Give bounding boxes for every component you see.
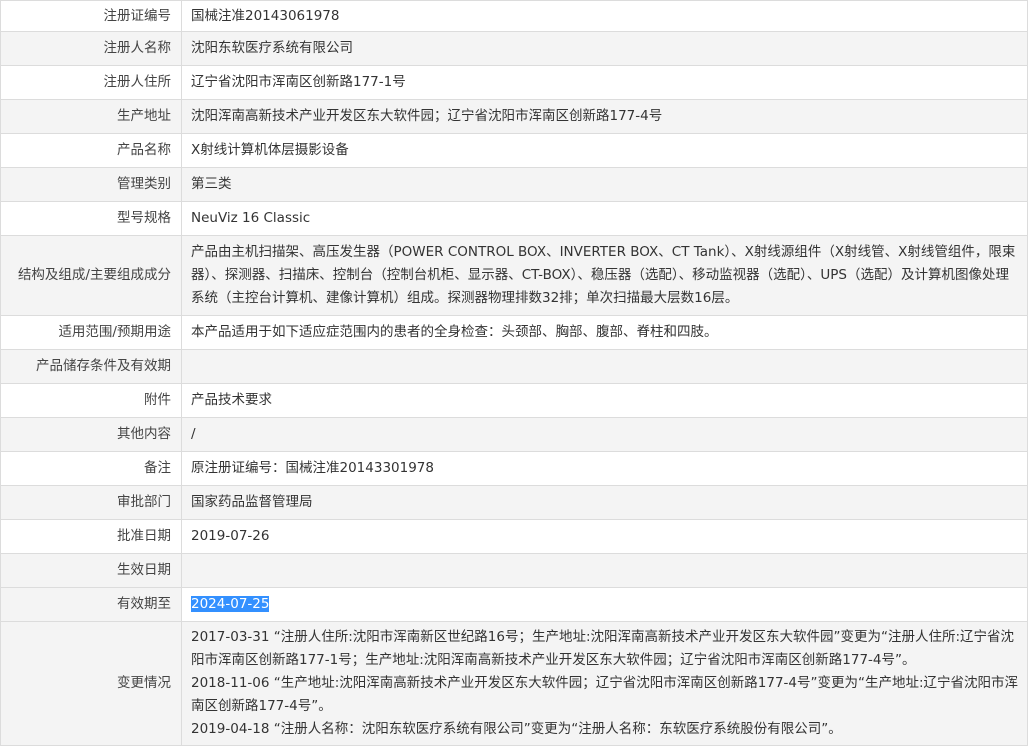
row-label-remarks: 备注 <box>0 451 182 486</box>
row-value-registration-number: 国械注准20143061978 <box>181 0 1028 32</box>
row-value-effective-date <box>181 553 1028 588</box>
table-row: 生效日期 <box>0 553 1028 588</box>
table-row: 适用范围/预期用途 本产品适用于如下适应症范围内的患者的全身检查：头颈部、胸部、… <box>0 315 1028 350</box>
row-value-change-history: 2017-03-31 “注册人住所:沈阳市浑南新区世纪路16号；生产地址:沈阳浑… <box>181 621 1028 746</box>
row-label-product-name: 产品名称 <box>0 133 182 168</box>
row-value-other-content: / <box>181 417 1028 452</box>
table-row: 其他内容 / <box>0 417 1028 452</box>
table-row: 产品储存条件及有效期 <box>0 349 1028 384</box>
table-row: 附件 产品技术要求 <box>0 383 1028 418</box>
row-label-structure: 结构及组成/主要组成成分 <box>0 235 182 316</box>
table-row: 产品名称 X射线计算机体层摄影设备 <box>0 133 1028 168</box>
row-value-intended-use: 本产品适用于如下适应症范围内的患者的全身检查：头颈部、胸部、腹部、脊柱和四肢。 <box>181 315 1028 350</box>
row-value-approval-department: 国家药品监督管理局 <box>181 485 1028 520</box>
table-row: 型号规格 NeuViz 16 Classic <box>0 201 1028 236</box>
row-label-intended-use: 适用范围/预期用途 <box>0 315 182 350</box>
row-label-storage-conditions: 产品储存条件及有效期 <box>0 349 182 384</box>
row-label-approval-date: 批准日期 <box>0 519 182 554</box>
row-value-valid-until[interactable]: 2024-07-25 <box>181 587 1028 622</box>
table-row: 注册证编号 国械注准20143061978 <box>0 0 1028 32</box>
row-label-approval-department: 审批部门 <box>0 485 182 520</box>
row-value-model-spec: NeuViz 16 Classic <box>181 201 1028 236</box>
row-label-registrant-name: 注册人名称 <box>0 31 182 66</box>
row-value-registrant-address: 辽宁省沈阳市浑南区创新路177-1号 <box>181 65 1028 100</box>
row-value-storage-conditions <box>181 349 1028 384</box>
change-entry: 2018-11-06 “生产地址:沈阳浑南高新技术产业开发区东大软件园；辽宁省沈… <box>191 675 1019 714</box>
row-label-production-address: 生产地址 <box>0 99 182 134</box>
table-row: 变更情况 2017-03-31 “注册人住所:沈阳市浑南新区世纪路16号；生产地… <box>0 621 1028 746</box>
row-value-attachment: 产品技术要求 <box>181 383 1028 418</box>
table-row: 备注 原注册证编号：国械注准20143301978 <box>0 451 1028 486</box>
change-entry: 2017-03-31 “注册人住所:沈阳市浑南新区世纪路16号；生产地址:沈阳浑… <box>191 629 1015 668</box>
row-value-registrant-name: 沈阳东软医疗系统有限公司 <box>181 31 1028 66</box>
table-row: 生产地址 沈阳浑南高新技术产业开发区东大软件园；辽宁省沈阳市浑南区创新路177-… <box>0 99 1028 134</box>
row-label-model-spec: 型号规格 <box>0 201 182 236</box>
row-label-registration-number: 注册证编号 <box>0 0 182 32</box>
table-row: 批准日期 2019-07-26 <box>0 519 1028 554</box>
table-row: 管理类别 第三类 <box>0 167 1028 202</box>
row-label-attachment: 附件 <box>0 383 182 418</box>
table-row: 注册人名称 沈阳东软医疗系统有限公司 <box>0 31 1028 66</box>
change-entry: 2019-04-18 “注册人名称：沈阳东软医疗系统有限公司”变更为“注册人名称… <box>191 721 842 737</box>
registration-detail-table: 注册证编号 国械注准20143061978 注册人名称 沈阳东软医疗系统有限公司… <box>0 0 1028 746</box>
table-row: 审批部门 国家药品监督管理局 <box>0 485 1028 520</box>
row-value-approval-date: 2019-07-26 <box>181 519 1028 554</box>
row-label-registrant-address: 注册人住所 <box>0 65 182 100</box>
row-label-valid-until: 有效期至 <box>0 587 182 622</box>
row-value-management-category: 第三类 <box>181 167 1028 202</box>
row-value-production-address: 沈阳浑南高新技术产业开发区东大软件园；辽宁省沈阳市浑南区创新路177-4号 <box>181 99 1028 134</box>
table-row: 注册人住所 辽宁省沈阳市浑南区创新路177-1号 <box>0 65 1028 100</box>
table-row: 有效期至 2024-07-25 <box>0 587 1028 622</box>
table-row: 结构及组成/主要组成成分 产品由主机扫描架、高压发生器（POWER CONTRO… <box>0 235 1028 316</box>
row-label-effective-date: 生效日期 <box>0 553 182 588</box>
row-label-management-category: 管理类别 <box>0 167 182 202</box>
row-label-other-content: 其他内容 <box>0 417 182 452</box>
row-value-remarks: 原注册证编号：国械注准20143301978 <box>181 451 1028 486</box>
selected-text-highlight[interactable]: 2024-07-25 <box>191 596 270 612</box>
row-value-product-name: X射线计算机体层摄影设备 <box>181 133 1028 168</box>
row-label-change-history: 变更情况 <box>0 621 182 746</box>
row-value-structure: 产品由主机扫描架、高压发生器（POWER CONTROL BOX、INVERTE… <box>181 235 1028 316</box>
